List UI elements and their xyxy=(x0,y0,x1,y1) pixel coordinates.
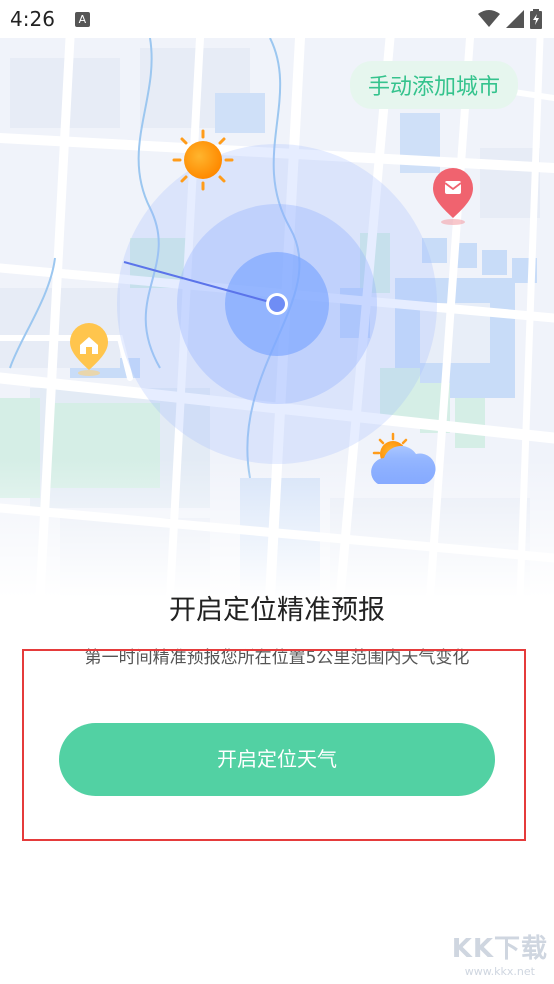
watermark: KK下载 www.kkx.net xyxy=(452,928,548,978)
map-svg xyxy=(0,38,554,598)
watermark-url: www.kkx.net xyxy=(464,965,535,978)
wifi-icon xyxy=(478,10,500,27)
status-time: 4:26 xyxy=(10,7,55,31)
manual-add-city-button[interactable]: 手动添加城市 xyxy=(349,61,518,109)
map-illustration xyxy=(0,38,554,598)
status-left: 4:26 A xyxy=(10,7,90,31)
enable-location-button[interactable]: 开启定位天气 xyxy=(59,723,495,796)
watermark-logo: KK下载 xyxy=(451,934,548,964)
status-bar: 4:26 A xyxy=(0,0,554,38)
battery-icon xyxy=(530,9,542,29)
page-title: 开启定位精准预报 xyxy=(169,595,385,626)
page-subtitle: 第一时间精准预报您所在位置5公里范围内天气变化 xyxy=(84,648,470,668)
signal-icon xyxy=(506,10,524,28)
notification-icon: A xyxy=(74,11,90,27)
status-right xyxy=(478,9,542,29)
